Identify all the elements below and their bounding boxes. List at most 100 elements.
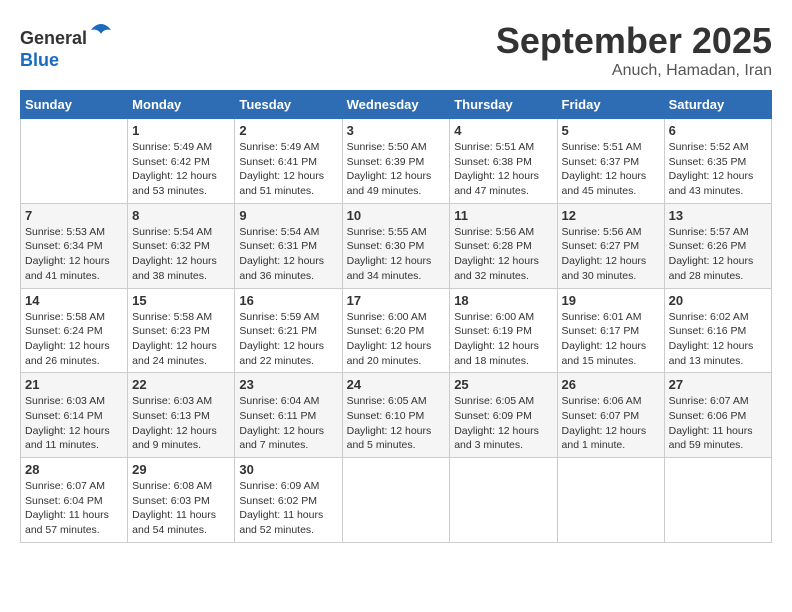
calendar-week-5: 28 Sunrise: 6:07 AMSunset: 6:04 PMDayligh… <box>21 458 772 543</box>
day-info: Sunrise: 5:54 AMSunset: 6:32 PMDaylight:… <box>132 225 230 284</box>
day-number: 28 <box>25 462 123 477</box>
day-number: 29 <box>132 462 230 477</box>
day-number: 14 <box>25 293 123 308</box>
day-cell-18: 18 Sunrise: 6:00 AMSunset: 6:19 PMDayligh… <box>450 288 557 373</box>
day-number: 7 <box>25 208 123 223</box>
day-number: 24 <box>347 377 446 392</box>
day-info: Sunrise: 5:49 AMSunset: 6:42 PMDaylight:… <box>132 140 230 199</box>
day-info: Sunrise: 6:07 AMSunset: 6:06 PMDaylight:… <box>669 394 767 453</box>
weekday-header-wednesday: Wednesday <box>342 91 450 119</box>
day-info: Sunrise: 5:58 AMSunset: 6:23 PMDaylight:… <box>132 310 230 369</box>
day-info: Sunrise: 5:51 AMSunset: 6:37 PMDaylight:… <box>562 140 660 199</box>
day-number: 15 <box>132 293 230 308</box>
day-number: 21 <box>25 377 123 392</box>
day-info: Sunrise: 5:56 AMSunset: 6:28 PMDaylight:… <box>454 225 552 284</box>
day-info: Sunrise: 6:02 AMSunset: 6:16 PMDaylight:… <box>669 310 767 369</box>
title-block: September 2025 Anuch, Hamadan, Iran <box>496 20 772 80</box>
day-info: Sunrise: 6:06 AMSunset: 6:07 PMDaylight:… <box>562 394 660 453</box>
empty-cell <box>664 458 771 543</box>
day-info: Sunrise: 6:08 AMSunset: 6:03 PMDaylight:… <box>132 479 230 538</box>
day-info: Sunrise: 5:59 AMSunset: 6:21 PMDaylight:… <box>239 310 337 369</box>
page-header: General Blue September 2025 Anuch, Hamad… <box>20 20 772 80</box>
day-number: 12 <box>562 208 660 223</box>
empty-cell <box>557 458 664 543</box>
day-cell-8: 8Sunrise: 5:54 AMSunset: 6:32 PMDaylight… <box>128 203 235 288</box>
day-cell-3: 3 Sunrise: 5:50 AMSunset: 6:39 PMDaylight… <box>342 119 450 204</box>
day-number: 11 <box>454 208 552 223</box>
calendar-week-2: 7 Sunrise: 5:53 AMSunset: 6:34 PMDaylight… <box>21 203 772 288</box>
day-number: 27 <box>669 377 767 392</box>
weekday-header-sunday: Sunday <box>21 91 128 119</box>
day-number: 25 <box>454 377 552 392</box>
day-cell-27: 27 Sunrise: 6:07 AMSunset: 6:06 PMDayligh… <box>664 373 771 458</box>
day-number: 2 <box>239 123 337 138</box>
logo-general: General <box>20 28 87 48</box>
day-info: Sunrise: 5:51 AMSunset: 6:38 PMDaylight:… <box>454 140 552 199</box>
day-cell-13: 13Sunrise: 5:57 AMSunset: 6:26 PMDayligh… <box>664 203 771 288</box>
day-info: Sunrise: 5:50 AMSunset: 6:39 PMDaylight:… <box>347 140 446 199</box>
weekday-header-tuesday: Tuesday <box>235 91 342 119</box>
day-info: Sunrise: 5:49 AMSunset: 6:41 PMDaylight:… <box>239 140 337 199</box>
day-cell-15: 15 Sunrise: 5:58 AMSunset: 6:23 PMDayligh… <box>128 288 235 373</box>
day-cell-16: 16 Sunrise: 5:59 AMSunset: 6:21 PMDayligh… <box>235 288 342 373</box>
weekday-header-row: SundayMondayTuesdayWednesdayThursdayFrid… <box>21 91 772 119</box>
day-info: Sunrise: 5:58 AMSunset: 6:24 PMDaylight:… <box>25 310 123 369</box>
day-number: 26 <box>562 377 660 392</box>
weekday-header-thursday: Thursday <box>450 91 557 119</box>
day-number: 3 <box>347 123 446 138</box>
day-info: Sunrise: 5:52 AMSunset: 6:35 PMDaylight:… <box>669 140 767 199</box>
day-cell-23: 23 Sunrise: 6:04 AMSunset: 6:11 PMDayligh… <box>235 373 342 458</box>
day-info: Sunrise: 6:04 AMSunset: 6:11 PMDaylight:… <box>239 394 337 453</box>
day-info: Sunrise: 6:00 AMSunset: 6:19 PMDaylight:… <box>454 310 552 369</box>
day-cell-17: 17 Sunrise: 6:00 AMSunset: 6:20 PMDayligh… <box>342 288 450 373</box>
calendar-week-4: 21 Sunrise: 6:03 AMSunset: 6:14 PMDayligh… <box>21 373 772 458</box>
calendar-week-1: 1 Sunrise: 5:49 AMSunset: 6:42 PMDaylight… <box>21 119 772 204</box>
day-info: Sunrise: 5:53 AMSunset: 6:34 PMDaylight:… <box>25 225 123 284</box>
day-cell-9: 9Sunrise: 5:54 AMSunset: 6:31 PMDaylight… <box>235 203 342 288</box>
day-cell-11: 11 Sunrise: 5:56 AMSunset: 6:28 PMDayligh… <box>450 203 557 288</box>
logo: General Blue <box>20 20 113 71</box>
empty-cell <box>21 119 128 204</box>
day-number: 19 <box>562 293 660 308</box>
day-number: 16 <box>239 293 337 308</box>
weekday-header-saturday: Saturday <box>664 91 771 119</box>
day-number: 30 <box>239 462 337 477</box>
day-number: 5 <box>562 123 660 138</box>
day-cell-25: 25Sunrise: 6:05 AMSunset: 6:09 PMDayligh… <box>450 373 557 458</box>
day-cell-29: 29 Sunrise: 6:08 AMSunset: 6:03 PMDayligh… <box>128 458 235 543</box>
day-info: Sunrise: 6:07 AMSunset: 6:04 PMDaylight:… <box>25 479 123 538</box>
location: Anuch, Hamadan, Iran <box>496 62 772 80</box>
day-cell-22: 22Sunrise: 6:03 AMSunset: 6:13 PMDayligh… <box>128 373 235 458</box>
day-cell-26: 26 Sunrise: 6:06 AMSunset: 6:07 PMDayligh… <box>557 373 664 458</box>
day-number: 22 <box>132 377 230 392</box>
day-cell-5: 5 Sunrise: 5:51 AMSunset: 6:37 PMDaylight… <box>557 119 664 204</box>
day-info: Sunrise: 6:03 AMSunset: 6:14 PMDaylight:… <box>25 394 123 453</box>
day-info: Sunrise: 6:00 AMSunset: 6:20 PMDaylight:… <box>347 310 446 369</box>
day-number: 23 <box>239 377 337 392</box>
day-cell-2: 2 Sunrise: 5:49 AMSunset: 6:41 PMDaylight… <box>235 119 342 204</box>
month-title: September 2025 <box>496 20 772 62</box>
empty-cell <box>342 458 450 543</box>
calendar-week-3: 14 Sunrise: 5:58 AMSunset: 6:24 PMDayligh… <box>21 288 772 373</box>
weekday-header-monday: Monday <box>128 91 235 119</box>
day-number: 1 <box>132 123 230 138</box>
logo-bird-icon <box>89 20 113 44</box>
day-info: Sunrise: 5:55 AMSunset: 6:30 PMDaylight:… <box>347 225 446 284</box>
day-info: Sunrise: 5:56 AMSunset: 6:27 PMDaylight:… <box>562 225 660 284</box>
day-cell-19: 19Sunrise: 6:01 AMSunset: 6:17 PMDayligh… <box>557 288 664 373</box>
day-cell-14: 14 Sunrise: 5:58 AMSunset: 6:24 PMDayligh… <box>21 288 128 373</box>
day-cell-1: 1 Sunrise: 5:49 AMSunset: 6:42 PMDaylight… <box>128 119 235 204</box>
day-info: Sunrise: 6:09 AMSunset: 6:02 PMDaylight:… <box>239 479 337 538</box>
day-number: 18 <box>454 293 552 308</box>
day-info: Sunrise: 6:05 AMSunset: 6:10 PMDaylight:… <box>347 394 446 453</box>
day-cell-30: 30 Sunrise: 6:09 AMSunset: 6:02 PMDayligh… <box>235 458 342 543</box>
day-number: 17 <box>347 293 446 308</box>
day-number: 4 <box>454 123 552 138</box>
calendar-table: SundayMondayTuesdayWednesdayThursdayFrid… <box>20 90 772 543</box>
day-cell-4: 4 Sunrise: 5:51 AMSunset: 6:38 PMDaylight… <box>450 119 557 204</box>
logo-blue: Blue <box>20 50 59 70</box>
day-cell-28: 28 Sunrise: 6:07 AMSunset: 6:04 PMDayligh… <box>21 458 128 543</box>
day-number: 10 <box>347 208 446 223</box>
day-info: Sunrise: 5:57 AMSunset: 6:26 PMDaylight:… <box>669 225 767 284</box>
day-cell-7: 7 Sunrise: 5:53 AMSunset: 6:34 PMDaylight… <box>21 203 128 288</box>
